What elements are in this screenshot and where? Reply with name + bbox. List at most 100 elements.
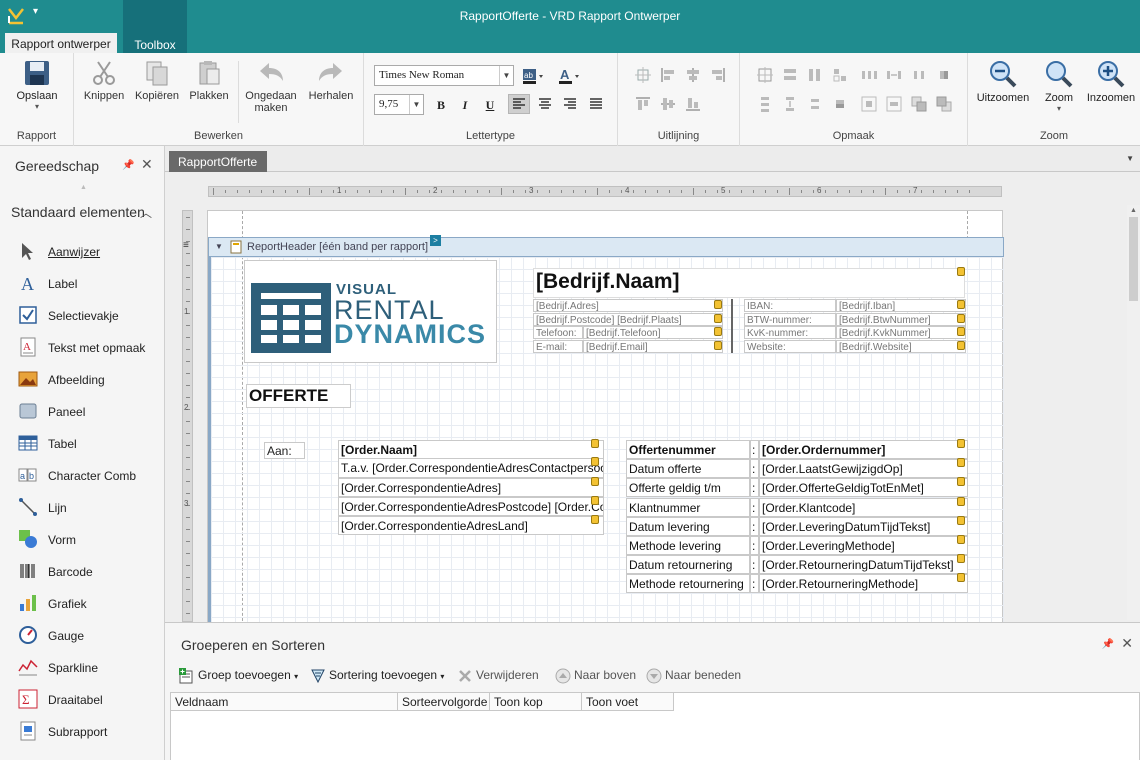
company-field[interactable]: [Bedrijf.Postcode] [Bedrijf.Plaats] — [533, 312, 723, 326]
align-middles-icon[interactable] — [659, 95, 677, 113]
detail-label[interactable]: Offertenummer — [626, 440, 750, 459]
vertical-scrollbar[interactable]: ▲ — [1127, 205, 1140, 620]
h-spacing-decrease-icon[interactable] — [910, 66, 928, 84]
detail-label[interactable]: Offerte geldig t/m — [626, 478, 750, 498]
zoom-dropdown-icon[interactable]: ▾ — [1038, 104, 1080, 113]
cut-button[interactable]: Knippen — [80, 59, 128, 102]
center-vertically-icon[interactable] — [885, 95, 903, 113]
v-spacing-decrease-icon[interactable] — [806, 95, 824, 113]
company-field[interactable]: [Bedrijf.Iban] — [836, 299, 966, 312]
close-icon[interactable]: ✕ — [141, 156, 153, 173]
company-field[interactable]: [Bedrijf.Telefoon] — [583, 326, 723, 339]
offerte-title[interactable]: OFFERTE — [246, 384, 351, 408]
detail-label[interactable]: Datum levering — [626, 516, 750, 536]
collapse-icon[interactable]: ▼ — [215, 242, 223, 251]
bold-button[interactable]: B — [430, 95, 452, 115]
detail-value[interactable]: [Order.RetourneringMethode] — [759, 574, 968, 594]
scroll-up-icon[interactable]: ▲ — [1130, 207, 1137, 214]
size-to-grid-icon[interactable] — [831, 66, 849, 84]
detail-value[interactable]: [Order.Ordernummer] — [759, 440, 968, 459]
company-field[interactable]: [Bedrijf.Website] — [836, 339, 966, 353]
font-family-dropdown-icon[interactable]: ▼ — [499, 66, 513, 85]
align-to-grid-icon[interactable] — [634, 66, 652, 84]
company-field-label[interactable]: BTW-nummer: — [744, 312, 836, 326]
align-rights-icon[interactable] — [709, 66, 727, 84]
address-line[interactable]: [Order.Naam] — [338, 440, 604, 459]
italic-button[interactable]: I — [454, 95, 476, 115]
align-left-button[interactable] — [508, 94, 530, 114]
toolbox-item-aanwijzer[interactable]: Aanwijzer — [0, 235, 164, 267]
toolbox-item-draaitabel[interactable]: Σ Draaitabel — [0, 683, 164, 715]
align-right-button[interactable] — [559, 95, 581, 115]
company-field[interactable]: [Bedrijf.KvkNummer] — [836, 326, 966, 339]
column-header-toon-kop[interactable]: Toon kop — [490, 693, 582, 711]
detail-label[interactable]: Datum retournering — [626, 555, 750, 575]
detail-label[interactable]: Methode retournering — [626, 574, 750, 594]
tab-toolbox[interactable]: Toolbox — [123, 0, 187, 53]
toolbox-item-label[interactable]: A Label — [0, 267, 164, 299]
font-family-select[interactable]: Times New Roman ▼ — [374, 65, 514, 86]
company-field-label[interactable]: E-mail: — [533, 339, 583, 353]
company-field[interactable]: [Bedrijf.Email] — [583, 339, 723, 353]
bring-to-front-icon[interactable] — [910, 95, 928, 113]
move-down-button[interactable]: Naar beneden — [646, 668, 741, 686]
move-up-button[interactable]: Naar boven — [555, 668, 636, 686]
detail-value[interactable]: [Order.LaatstGewijzigdOp] — [759, 459, 968, 479]
align-center-button[interactable] — [534, 95, 556, 115]
scroll-up-icon[interactable]: ▲ — [80, 184, 87, 191]
toolbox-item-character-comb[interactable]: a b Character Comb — [0, 459, 164, 491]
detail-label[interactable]: Methode levering — [626, 536, 750, 555]
send-to-back-icon[interactable] — [935, 95, 953, 113]
same-size-icon[interactable] — [756, 66, 774, 84]
report-designer-surface[interactable]: 1 2 3 4 5 6 7 1 2 3 ≡ ▼ ReportHeader [één band p… — [165, 172, 1140, 622]
center-horizontally-icon[interactable] — [860, 95, 878, 113]
toolbox-item-barcode[interactable]: Barcode — [0, 555, 164, 587]
document-tab[interactable]: RapportOfferte — [169, 151, 267, 172]
pin-icon[interactable]: 📌 — [1102, 639, 1114, 650]
address-line[interactable]: [Order.CorrespondentieAdres] — [338, 478, 604, 497]
h-spacing-remove-icon[interactable] — [935, 66, 953, 84]
add-group-button[interactable]: Groep toevoegen ▾ — [179, 668, 298, 686]
column-header-sorteervolgorde[interactable]: Sorteervolgorde — [398, 693, 490, 711]
highlight-color-button[interactable]: ab — [518, 65, 548, 85]
save-dropdown-icon[interactable]: ▾ — [10, 102, 64, 111]
detail-value[interactable]: [Order.LeveringDatumTijdTekst] — [759, 516, 968, 536]
pin-icon[interactable]: 📌 — [122, 160, 134, 171]
address-line[interactable]: [Order.CorrespondentieAdresPostcode] [Or… — [338, 497, 604, 516]
toolbox-item-lijn[interactable]: Lijn — [0, 491, 164, 523]
toolbox-item-selectievakje[interactable]: Selectievakje — [0, 299, 164, 331]
save-button[interactable]: Opslaan ▾ — [10, 59, 64, 111]
add-sort-button[interactable]: Sortering toevoegen ▾ — [310, 668, 444, 686]
font-size-select[interactable]: 9,75 ▼ — [374, 94, 424, 115]
column-header-veldnaam[interactable]: Veldnaam — [171, 693, 398, 711]
same-width-icon[interactable] — [781, 66, 799, 84]
company-field-label[interactable]: Telefoon: — [533, 326, 583, 339]
toolbox-item-afbeelding[interactable]: Afbeelding — [0, 363, 164, 395]
font-color-button[interactable]: A — [554, 65, 584, 85]
aan-label[interactable]: Aan: — [264, 442, 305, 459]
paste-button[interactable]: Plakken — [184, 59, 234, 102]
smart-tag-icon[interactable]: > — [430, 235, 441, 246]
company-field[interactable]: [Bedrijf.BtwNummer] — [836, 312, 966, 326]
group-sort-grid[interactable]: Veldnaam Sorteervolgorde Toon kop Toon v… — [170, 692, 1140, 760]
company-logo[interactable]: VISUAL RENTAL DYNAMICS — [244, 260, 497, 363]
zoom-in-button[interactable]: Inzoomen — [1084, 59, 1138, 104]
toolbox-item-paneel[interactable]: Paneel — [0, 395, 164, 427]
h-spacing-increase-icon[interactable] — [885, 66, 903, 84]
align-lefts-icon[interactable] — [659, 66, 677, 84]
company-field-label[interactable]: KvK-nummer: — [744, 326, 836, 339]
zoom-button[interactable]: Zoom ▾ — [1038, 59, 1080, 113]
delete-button[interactable]: Verwijderen — [457, 668, 539, 686]
justify-button[interactable] — [585, 95, 607, 115]
band-report-header[interactable]: ▼ ReportHeader [één band per rapport] > — [208, 235, 1004, 257]
detail-label[interactable]: Klantnummer — [626, 497, 750, 517]
v-spacing-remove-icon[interactable] — [831, 95, 849, 113]
toolbox-item-gauge[interactable]: Gauge — [0, 619, 164, 651]
company-field[interactable]: [Bedrijf.Adres] — [533, 299, 723, 312]
close-icon[interactable]: ✕ — [1121, 635, 1133, 652]
detail-label[interactable]: Datum offerte — [626, 459, 750, 479]
toolbox-item-subrapport[interactable]: Subrapport — [0, 715, 164, 747]
undo-button[interactable]: Ongedaan maken — [242, 59, 300, 114]
detail-value[interactable]: [Order.Klantcode] — [759, 497, 968, 517]
company-name-field[interactable]: [Bedrijf.Naam] — [533, 268, 965, 298]
